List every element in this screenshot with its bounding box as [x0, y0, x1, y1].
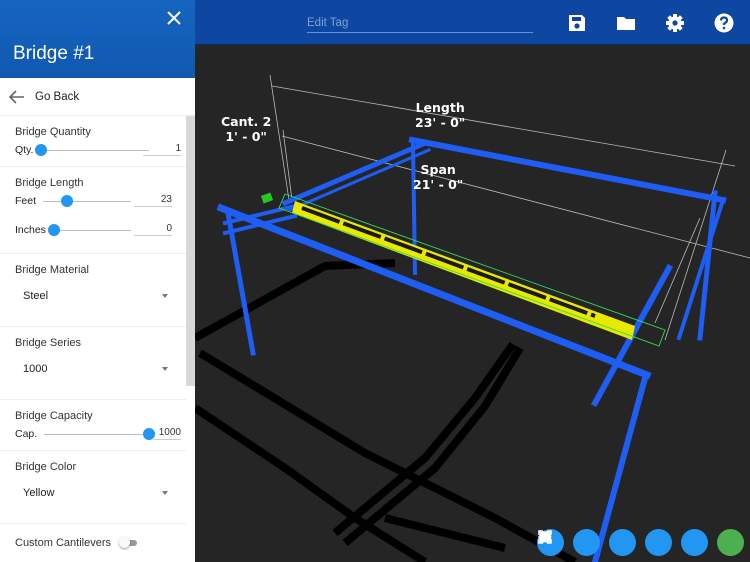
- quantity-input[interactable]: 1: [143, 143, 181, 156]
- toggle-thumb: [118, 537, 130, 548]
- save-icon[interactable]: [566, 12, 588, 34]
- close-icon[interactable]: [165, 9, 183, 27]
- feet-slider-thumb[interactable]: [61, 195, 74, 207]
- go-back-button[interactable]: Go Back: [0, 78, 195, 116]
- inches-label: Inches: [15, 224, 46, 236]
- settings-list: Bridge Quantity Qty. 1 Bridge Length Fee…: [0, 116, 186, 562]
- iso-view-button[interactable]: [539, 529, 636, 556]
- section-material: Bridge Material Steel: [0, 254, 186, 327]
- inches-slider-row: Inches 0: [15, 218, 186, 242]
- sidebar-scrollbar[interactable]: [186, 116, 195, 386]
- chevron-down-icon: [162, 367, 168, 371]
- capacity-slider-track[interactable]: [44, 434, 149, 435]
- series-title: Bridge Series: [15, 337, 82, 349]
- front-view-button[interactable]: [540, 529, 708, 556]
- section-color: Bridge Color Yellow: [0, 451, 186, 524]
- fit-view-button[interactable]: [538, 529, 600, 556]
- settings-icon[interactable]: [664, 12, 686, 34]
- go-back-label: Go Back: [35, 90, 80, 103]
- span-value: 21' - 0": [413, 177, 464, 192]
- dimension-span: Span 21' - 0": [413, 162, 463, 192]
- folder-icon[interactable]: [615, 12, 637, 34]
- feet-input[interactable]: 23: [134, 194, 172, 207]
- color-title: Bridge Color: [15, 461, 77, 473]
- 3d-viewport[interactable]: Cant. 2 1' - 0" Length 23' - 0" Span 21'…: [195, 48, 750, 562]
- inches-input[interactable]: 0: [134, 223, 172, 236]
- chevron-down-icon: [162, 491, 168, 495]
- help-icon[interactable]: [713, 12, 735, 34]
- length-name: Length: [415, 100, 465, 115]
- view-toolbar: [537, 529, 744, 556]
- checkmark-icon: [538, 532, 552, 543]
- capacity-input[interactable]: 1000: [153, 427, 181, 440]
- feet-slider-row: Feet 23: [15, 189, 186, 213]
- material-select[interactable]: Steel: [15, 276, 186, 316]
- series-value: 1000: [23, 363, 48, 375]
- cantilevers-label: Custom Cantilevers: [15, 537, 111, 549]
- material-value: Steel: [23, 290, 49, 302]
- chevron-down-icon: [162, 294, 168, 298]
- sidebar: Bridge #1 Go Back Bridge Quantity Qty. 1: [0, 0, 195, 562]
- inches-slider-thumb[interactable]: [48, 224, 60, 236]
- span-name: Span: [420, 162, 456, 177]
- sidebar-header: Bridge #1: [0, 0, 195, 78]
- length-value: 23' - 0": [415, 115, 466, 130]
- dimension-length: Length 23' - 0": [415, 100, 465, 130]
- cantilevers-toggle[interactable]: [118, 537, 137, 548]
- feet-slider-track[interactable]: [43, 201, 131, 202]
- color-select[interactable]: Yellow: [15, 473, 186, 513]
- capacity-label: Cap.: [15, 428, 38, 440]
- quantity-title: Bridge Quantity: [15, 126, 91, 138]
- side-view-button[interactable]: [539, 529, 672, 556]
- cantilevers-row: Custom Cantilevers: [0, 524, 186, 562]
- dimension-lines: [269, 74, 750, 341]
- section-series: Bridge Series 1000: [0, 327, 186, 400]
- section-capacity: Bridge Capacity Cap. 1000: [0, 400, 186, 451]
- cant2-value: 1' - 0": [225, 129, 267, 144]
- top-bar: [195, 0, 750, 46]
- section-quantity: Bridge Quantity Qty. 1: [0, 116, 186, 167]
- edit-tag-input[interactable]: [307, 14, 533, 33]
- quantity-slider-track[interactable]: [41, 150, 149, 151]
- capacity-slider-row: Cap. 1000: [15, 422, 186, 446]
- length-title: Bridge Length: [15, 177, 84, 189]
- sidebar-title: Bridge #1: [13, 43, 95, 64]
- quantity-slider-row: Qty. 1: [15, 138, 186, 162]
- material-title: Bridge Material: [15, 264, 89, 276]
- floor-shadow: [195, 259, 577, 562]
- feet-label: Feet: [15, 195, 37, 207]
- arrow-left-icon: [9, 89, 24, 104]
- color-value: Yellow: [23, 487, 55, 499]
- crane-model: [195, 74, 750, 562]
- app: Bridge #1 Go Back Bridge Quantity Qty. 1: [0, 0, 750, 562]
- dimension-cant2: Cant. 2 1' - 0": [221, 114, 271, 144]
- confirm-button[interactable]: [538, 529, 744, 556]
- inches-slider-track[interactable]: [53, 230, 131, 231]
- section-length: Bridge Length Feet 23 Inches 0: [0, 167, 186, 254]
- cant2-name: Cant. 2: [221, 114, 272, 129]
- series-select[interactable]: 1000: [15, 349, 186, 389]
- capacity-title: Bridge Capacity: [15, 410, 93, 422]
- quantity-slider-thumb[interactable]: [35, 144, 47, 156]
- quantity-label: Qty.: [15, 144, 34, 156]
